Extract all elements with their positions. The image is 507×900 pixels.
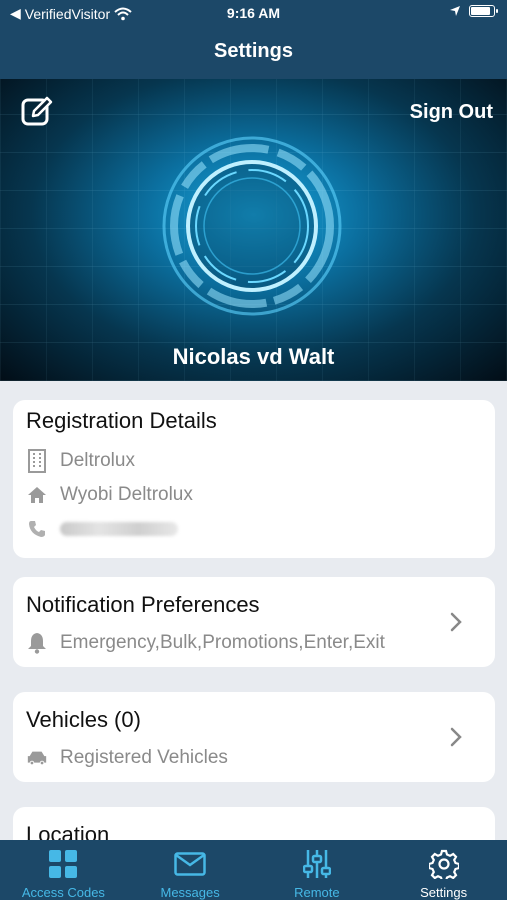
page-title: Settings bbox=[214, 40, 293, 62]
phone-icon bbox=[26, 518, 48, 540]
status-bar: ◀ VerifiedVisitor 9:16 AM bbox=[0, 0, 507, 28]
building-icon bbox=[26, 449, 48, 473]
notification-row: Emergency,Bulk,Promotions,Enter,Exit bbox=[26, 632, 385, 654]
tab-messages[interactable]: Messages bbox=[127, 840, 254, 900]
battery-fill bbox=[471, 7, 491, 15]
edit-profile-button[interactable] bbox=[20, 95, 54, 129]
tab-label: Access Codes bbox=[21, 885, 105, 900]
company-row: Deltrolux bbox=[26, 449, 135, 473]
company-name: Deltrolux bbox=[60, 450, 135, 471]
vehicles-card[interactable]: Vehicles (0) Registered Vehicles bbox=[13, 692, 495, 782]
tab-label: Messages bbox=[160, 885, 220, 900]
tab-bar: Access Codes Messages Remote Settings bbox=[0, 840, 507, 900]
sliders-icon bbox=[301, 848, 333, 880]
chevron-right-icon bbox=[450, 727, 462, 747]
profile-name: Nicolas vd Walt bbox=[172, 344, 335, 369]
car-icon bbox=[26, 747, 48, 769]
tab-label: Remote bbox=[294, 885, 340, 900]
registration-title: Registration Details bbox=[26, 408, 217, 433]
tab-label: Settings bbox=[420, 885, 468, 900]
vehicles-title: Vehicles (0) bbox=[26, 707, 141, 732]
tab-settings[interactable]: Settings bbox=[380, 840, 507, 900]
redacted-phone-number bbox=[60, 522, 178, 536]
vehicles-subtitle: Registered Vehicles bbox=[60, 747, 228, 768]
grid-icon bbox=[47, 848, 79, 880]
home-icon bbox=[26, 484, 48, 506]
profile-banner: Sign Out Nicolas vd Walt bbox=[0, 79, 507, 381]
navigation-bar: ◀ VerifiedVisitor 9:16 AM Settings bbox=[0, 0, 507, 79]
notification-title: Notification Preferences bbox=[26, 592, 260, 617]
location-arrow-icon bbox=[450, 6, 460, 16]
notification-values: Emergency,Bulk,Promotions,Enter,Exit bbox=[60, 632, 385, 653]
registration-details-card: Registration Details Deltrolux Wyobi Del… bbox=[13, 400, 495, 558]
phone-row bbox=[26, 518, 178, 540]
vehicles-row: Registered Vehicles bbox=[26, 747, 228, 769]
gear-icon bbox=[428, 848, 460, 880]
mail-icon bbox=[174, 848, 206, 880]
status-time: 9:16 AM bbox=[226, 5, 281, 21]
home-name: Wyobi Deltrolux bbox=[60, 484, 193, 505]
chevron-right-icon bbox=[450, 612, 462, 632]
edit-icon bbox=[21, 96, 53, 126]
bell-icon bbox=[26, 632, 48, 654]
battery-icon bbox=[469, 5, 498, 17]
tech-ring-graphic bbox=[162, 136, 342, 316]
sign-out-button[interactable]: Sign Out bbox=[410, 101, 493, 124]
home-row: Wyobi Deltrolux bbox=[26, 484, 193, 506]
tab-remote[interactable]: Remote bbox=[254, 840, 381, 900]
notification-preferences-card[interactable]: Notification Preferences Emergency,Bulk,… bbox=[13, 577, 495, 667]
tab-access-codes[interactable]: Access Codes bbox=[0, 840, 127, 900]
